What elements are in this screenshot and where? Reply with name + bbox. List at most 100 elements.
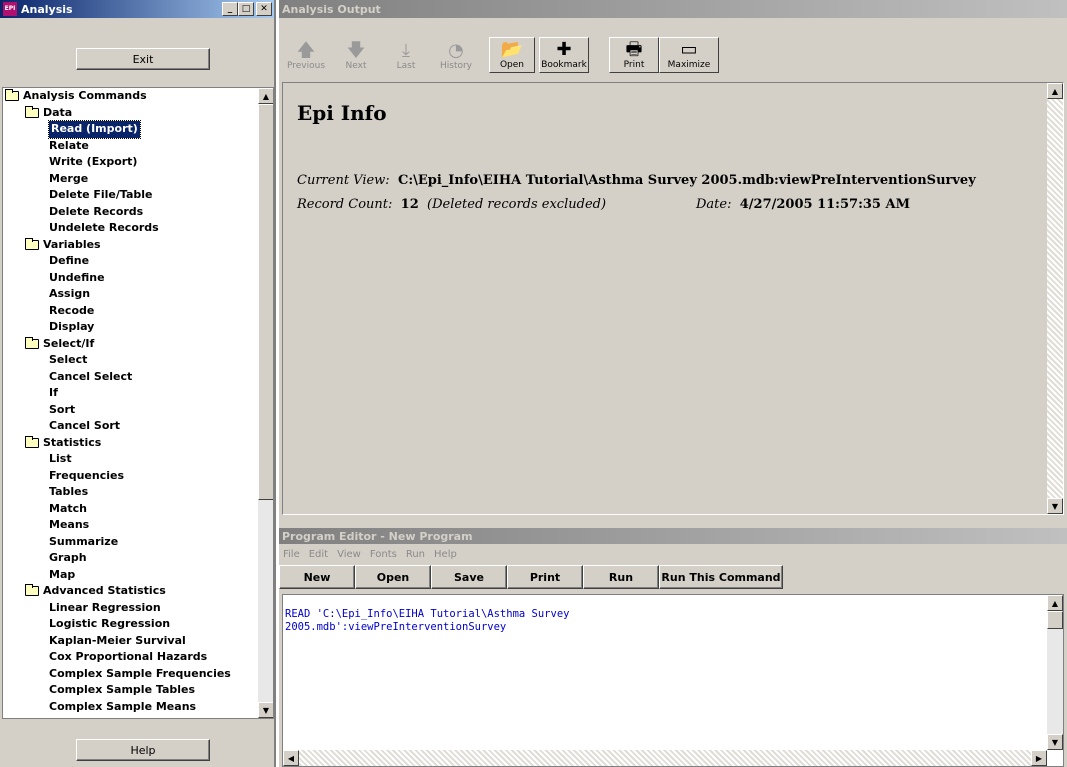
tree-folder[interactable]: Data bbox=[3, 105, 257, 122]
tree-item[interactable]: Cox Proportional Hazards bbox=[3, 649, 257, 666]
tree-item[interactable]: Display bbox=[3, 319, 257, 336]
tree-item[interactable]: Write (Export) bbox=[3, 154, 257, 171]
code-line-1: READ 'C:\Epi_Info\EIHA Tutorial\Asthma S… bbox=[285, 608, 570, 620]
date-line: Date: 4/27/2005 11:57:35 AM bbox=[696, 197, 910, 212]
tree-scroll-thumb[interactable] bbox=[258, 104, 273, 500]
run-this-command-button[interactable]: Run This Command bbox=[659, 565, 783, 589]
tree-folder[interactable]: Statistics bbox=[3, 435, 257, 452]
exit-button[interactable]: Exit bbox=[76, 48, 210, 70]
tree-item[interactable]: Linear Regression bbox=[3, 600, 257, 617]
tree-item-label: Complex Sample Tables bbox=[49, 683, 196, 696]
new-button[interactable]: New bbox=[279, 565, 355, 589]
scroll-up-icon[interactable]: ▲ bbox=[1047, 83, 1063, 99]
analysis-title-bar[interactable]: EPI Analysis _ □ ✕ bbox=[0, 0, 274, 18]
tree-item[interactable]: Graph bbox=[3, 550, 257, 567]
minimize-icon[interactable]: _ bbox=[222, 2, 238, 16]
save-button[interactable]: Save bbox=[431, 565, 507, 589]
tree-item[interactable]: Merge bbox=[3, 171, 257, 188]
folder-icon bbox=[5, 89, 19, 102]
scroll-up-icon[interactable]: ▲ bbox=[1047, 595, 1063, 611]
toolbar-previous-button[interactable]: 🡅 Previous bbox=[283, 37, 329, 73]
tree-item[interactable]: Select bbox=[3, 352, 257, 369]
tree-item[interactable]: If bbox=[3, 385, 257, 402]
tree-item-label: Complex Sample Frequencies bbox=[49, 666, 231, 680]
tree-item-label: Logistic Regression bbox=[49, 617, 171, 630]
tree-item[interactable]: Complex Sample Tables bbox=[3, 682, 257, 699]
program-editor-text-area[interactable]: READ 'C:\Epi_Info\EIHA Tutorial\Asthma S… bbox=[282, 594, 1064, 767]
editor-horizontal-scrollbar[interactable]: ◀ ▶ bbox=[283, 750, 1047, 766]
tree-item[interactable]: Delete File/Table bbox=[3, 187, 257, 204]
run-button[interactable]: Run bbox=[583, 565, 659, 589]
program-editor-title-bar[interactable]: Program Editor - New Program bbox=[279, 528, 1067, 544]
tree-item[interactable]: Delete Records bbox=[3, 204, 257, 221]
scroll-right-icon[interactable]: ▶ bbox=[1031, 750, 1047, 766]
print-button[interactable]: Print bbox=[507, 565, 583, 589]
tree-folder[interactable]: Advanced Statistics bbox=[3, 583, 257, 600]
tree-item[interactable]: Recode bbox=[3, 303, 257, 320]
tree-item-label: Merge bbox=[49, 171, 89, 185]
tree-item[interactable]: Cancel Select bbox=[3, 369, 257, 386]
help-button[interactable]: Help bbox=[76, 739, 210, 761]
maximize-icon: ▭ bbox=[680, 39, 698, 60]
tree-item[interactable]: Means bbox=[3, 517, 257, 534]
menu-file[interactable]: File bbox=[283, 549, 300, 560]
editor-scroll-thumb[interactable] bbox=[1047, 611, 1063, 629]
tree-item-label: Relate bbox=[49, 138, 89, 152]
tree-item[interactable]: Assign bbox=[3, 286, 257, 303]
tree-item[interactable]: Undelete Records bbox=[3, 220, 257, 237]
menu-fonts[interactable]: Fonts bbox=[370, 549, 397, 560]
tree-folder[interactable]: Variables bbox=[3, 237, 257, 254]
tree-item[interactable]: Relate bbox=[3, 138, 257, 155]
tree-item[interactable]: Complex Sample Frequencies bbox=[3, 666, 257, 683]
editor-vertical-scrollbar[interactable]: ▲ ▼ bbox=[1047, 595, 1063, 750]
tree-item[interactable]: Tables bbox=[3, 484, 257, 501]
scroll-down-icon[interactable]: ▼ bbox=[1047, 734, 1063, 750]
toolbar-open-button[interactable]: 📂 Open bbox=[489, 37, 535, 73]
tree-folder[interactable]: Select/If bbox=[3, 336, 257, 353]
tree-item[interactable]: Frequencies bbox=[3, 468, 257, 485]
toolbar-label: Bookmark bbox=[541, 60, 587, 70]
command-tree[interactable]: Analysis Commands Data Read (Import) Relate… bbox=[2, 87, 274, 719]
tree-item[interactable]: Summarize bbox=[3, 534, 257, 551]
tree-item-label: Define bbox=[49, 254, 90, 267]
output-scrollbar[interactable]: ▲ ▼ bbox=[1047, 83, 1063, 514]
menu-run[interactable]: Run bbox=[406, 549, 425, 560]
tree-item[interactable]: Sort bbox=[3, 402, 257, 419]
menu-edit[interactable]: Edit bbox=[309, 549, 328, 560]
tree-item[interactable]: Logistic Regression bbox=[3, 616, 257, 633]
tree-item[interactable]: Match bbox=[3, 501, 257, 518]
tree-item-label: Write (Export) bbox=[49, 155, 138, 168]
scroll-left-icon[interactable]: ◀ bbox=[283, 750, 299, 766]
tree-item[interactable]: Define bbox=[3, 253, 257, 270]
current-view-label: Current View: bbox=[297, 173, 390, 188]
tree-item[interactable]: List bbox=[3, 451, 257, 468]
tree-item[interactable]: Kaplan-Meier Survival bbox=[3, 633, 257, 650]
scroll-up-icon[interactable]: ▲ bbox=[258, 88, 273, 104]
toolbar-next-button[interactable]: 🡇 Next bbox=[333, 37, 379, 73]
tree-folder[interactable]: Analysis Commands bbox=[3, 88, 257, 105]
folder-icon bbox=[25, 237, 39, 250]
output-title-bar[interactable]: Analysis Output bbox=[279, 0, 1067, 18]
toolbar-bookmark-button[interactable]: ✚ Bookmark bbox=[539, 37, 589, 73]
tree-item[interactable]: Undefine bbox=[3, 270, 257, 287]
program-code[interactable]: READ 'C:\Epi_Info\EIHA Tutorial\Asthma S… bbox=[285, 608, 569, 634]
toolbar-maximize-button[interactable]: ▭ Maximize bbox=[659, 37, 719, 73]
restore-icon[interactable]: □ bbox=[238, 2, 254, 16]
tree-item-label: If bbox=[49, 386, 58, 399]
tree-item[interactable]: Complex Sample Means bbox=[3, 699, 257, 716]
tree-item[interactable]: Cancel Sort bbox=[3, 418, 257, 435]
menu-help[interactable]: Help bbox=[434, 549, 457, 560]
toolbar-print-button[interactable]: 🖶 Print bbox=[609, 37, 659, 73]
scroll-down-icon[interactable]: ▼ bbox=[258, 702, 273, 718]
tree-scrollbar[interactable]: ▲ ▼ bbox=[258, 88, 273, 718]
record-count-label: Record Count: bbox=[297, 197, 393, 212]
close-icon[interactable]: ✕ bbox=[256, 2, 272, 16]
open-button[interactable]: Open bbox=[355, 565, 431, 589]
tree-item[interactable]: Read (Import) bbox=[3, 120, 257, 139]
tree-item[interactable]: Map bbox=[3, 567, 257, 584]
toolbar-last-button[interactable]: ⤓ Last bbox=[383, 37, 429, 73]
menu-view[interactable]: View bbox=[337, 549, 361, 560]
scroll-down-icon[interactable]: ▼ bbox=[1047, 498, 1063, 514]
toolbar-history-button[interactable]: ◔ History bbox=[433, 37, 479, 73]
current-view-line: Current View: C:\Epi_Info\EIHA Tutorial\… bbox=[297, 173, 976, 188]
